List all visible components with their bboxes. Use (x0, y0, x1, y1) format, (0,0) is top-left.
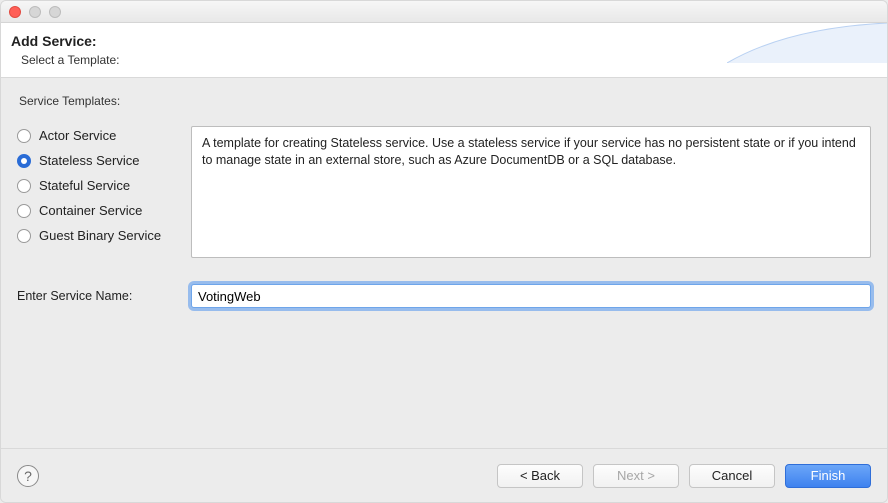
dialog-window: Add Service: Select a Template: Service … (0, 0, 888, 503)
templates-group-label: Service Templates: (19, 94, 871, 108)
radio-stateful-service[interactable]: Stateful Service (17, 178, 177, 193)
cancel-button[interactable]: Cancel (689, 464, 775, 488)
radio-stateless-service[interactable]: Stateless Service (17, 153, 177, 168)
page-subtitle: Select a Template: (21, 53, 877, 67)
finish-button[interactable]: Finish (785, 464, 871, 488)
templates-row: Actor Service Stateless Service Stateful… (17, 126, 871, 258)
radio-guest-binary-service[interactable]: Guest Binary Service (17, 228, 177, 243)
radio-icon (17, 129, 31, 143)
dialog-header: Add Service: Select a Template: (1, 23, 887, 78)
service-name-label: Enter Service Name: (17, 289, 177, 303)
service-name-row: Enter Service Name: (17, 284, 871, 308)
radio-label: Container Service (39, 203, 142, 218)
radio-container-service[interactable]: Container Service (17, 203, 177, 218)
service-name-input[interactable] (191, 284, 871, 308)
back-button[interactable]: < Back (497, 464, 583, 488)
radio-label: Stateful Service (39, 178, 130, 193)
close-icon[interactable] (9, 6, 21, 18)
maximize-icon (49, 6, 61, 18)
radio-label: Guest Binary Service (39, 228, 161, 243)
radio-label: Stateless Service (39, 153, 139, 168)
radio-icon (17, 179, 31, 193)
radio-icon (17, 229, 31, 243)
help-icon[interactable]: ? (17, 465, 39, 487)
radio-icon (17, 154, 31, 168)
radio-actor-service[interactable]: Actor Service (17, 128, 177, 143)
page-title: Add Service: (11, 33, 877, 49)
radio-icon (17, 204, 31, 218)
minimize-icon (29, 6, 41, 18)
template-radio-group: Actor Service Stateless Service Stateful… (17, 126, 177, 243)
dialog-footer: ? < Back Next > Cancel Finish (1, 448, 887, 502)
radio-label: Actor Service (39, 128, 116, 143)
dialog-body: Service Templates: Actor Service Statele… (1, 78, 887, 448)
next-button: Next > (593, 464, 679, 488)
titlebar (1, 1, 887, 23)
template-description: A template for creating Stateless servic… (191, 126, 871, 258)
